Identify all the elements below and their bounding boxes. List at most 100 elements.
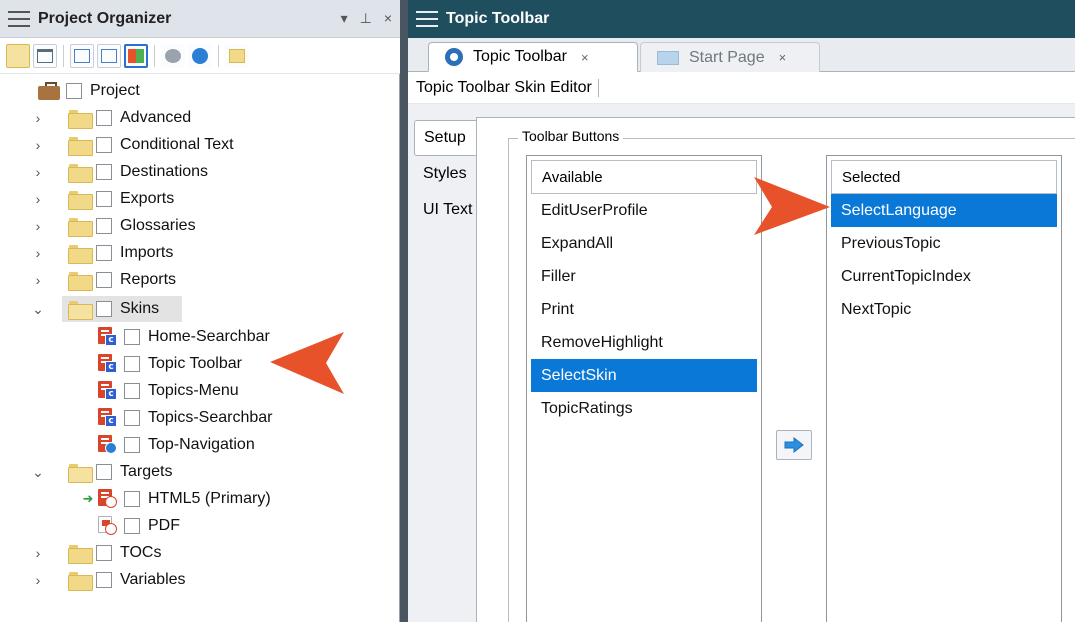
tree-row-html5-primary[interactable]: ➜ HTML5 (Primary) xyxy=(80,486,271,512)
checkbox[interactable] xyxy=(96,272,112,288)
tree-row-tocs[interactable]: › TOCs xyxy=(30,540,161,566)
chevron-right-icon[interactable]: › xyxy=(30,164,46,180)
tree-row-advanced[interactable]: › Advanced xyxy=(30,105,191,131)
list-item[interactable]: ExpandAll xyxy=(531,227,757,260)
checkbox[interactable] xyxy=(96,245,112,261)
list-item[interactable]: EditUserProfile xyxy=(531,194,757,227)
tab-setup[interactable]: Setup xyxy=(414,120,476,156)
expand-all-icon[interactable] xyxy=(70,43,94,68)
checkbox[interactable] xyxy=(96,301,112,317)
checkbox[interactable] xyxy=(96,218,112,234)
chevron-right-icon[interactable]: › xyxy=(30,272,46,288)
checkbox[interactable] xyxy=(124,437,140,453)
checkbox[interactable] xyxy=(96,191,112,207)
folder-open-icon xyxy=(68,300,93,320)
list-item[interactable]: Filler xyxy=(531,260,757,293)
checkbox[interactable] xyxy=(96,572,112,588)
tab-topic-toolbar[interactable]: Topic Toolbar × xyxy=(428,42,638,72)
tree-row-topics-searchbar[interactable]: c Topics-Searchbar xyxy=(98,405,273,431)
link-icon[interactable] xyxy=(161,43,185,68)
new-folder-icon[interactable] xyxy=(225,43,249,68)
checkbox[interactable] xyxy=(124,329,140,345)
close-icon[interactable]: × xyxy=(384,10,392,27)
tree-row-topic-toolbar[interactable]: c Topic Toolbar xyxy=(98,351,242,377)
checkbox[interactable] xyxy=(96,545,112,561)
list-item[interactable]: TopicRatings xyxy=(531,392,757,425)
checkbox[interactable] xyxy=(124,491,140,507)
dropdown-icon[interactable]: ▾ xyxy=(341,10,348,27)
menu-icon[interactable] xyxy=(416,11,438,27)
move-right-button[interactable] xyxy=(776,430,812,460)
tree-row-variables[interactable]: › Variables xyxy=(30,567,186,593)
tree-row-project[interactable]: Project xyxy=(38,78,140,104)
pdf-icon xyxy=(98,516,118,536)
checkbox[interactable] xyxy=(124,410,140,426)
pin-icon[interactable]: ⊥ xyxy=(360,10,372,27)
checkbox[interactable] xyxy=(96,464,112,480)
tree-row-topics-menu[interactable]: c Topics-Menu xyxy=(98,378,239,404)
tree-row-top-navigation[interactable]: Top-Navigation xyxy=(98,432,255,458)
list-item[interactable]: PreviousTopic xyxy=(831,227,1057,260)
refresh-icon[interactable] xyxy=(188,43,212,68)
open-folder-icon[interactable] xyxy=(6,43,30,68)
chevron-right-icon[interactable]: › xyxy=(30,245,46,261)
grid-view-icon[interactable] xyxy=(124,43,148,68)
organizer-title: Project Organizer xyxy=(38,9,172,27)
chevron-right-icon[interactable]: › xyxy=(30,110,46,126)
tab-close-icon[interactable]: × xyxy=(581,50,589,65)
tree-row-reports[interactable]: › Reports xyxy=(30,267,176,293)
tab-close-icon[interactable]: × xyxy=(779,50,787,65)
chevron-right-icon[interactable]: › xyxy=(30,137,46,153)
callout-arrow-icon xyxy=(754,177,830,235)
list-item[interactable]: RemoveHighlight xyxy=(531,326,757,359)
skin-editor-label: Topic Toolbar Skin Editor xyxy=(416,78,592,96)
selected-buttons-list[interactable]: Selected SelectLanguage PreviousTopic Cu… xyxy=(826,155,1062,622)
tree-row-conditional-text[interactable]: › Conditional Text xyxy=(30,132,234,158)
tree-row-destinations[interactable]: › Destinations xyxy=(30,159,208,185)
list-item[interactable]: Print xyxy=(531,293,757,326)
chevron-right-icon[interactable]: › xyxy=(30,218,46,234)
tab-start-page[interactable]: Start Page × xyxy=(640,42,820,72)
chevron-right-icon[interactable]: › xyxy=(30,545,46,561)
folder-icon xyxy=(68,244,93,264)
editor-title: Topic Toolbar xyxy=(446,10,550,27)
tree-row-skins[interactable]: ⌄ Skins xyxy=(30,296,159,322)
checkbox[interactable] xyxy=(124,356,140,372)
folder-icon xyxy=(68,544,93,564)
toolbar-buttons-label: Toolbar Buttons xyxy=(518,128,624,144)
chevron-down-icon[interactable]: ⌄ xyxy=(30,301,46,317)
tab-ui-text[interactable]: UI Text xyxy=(414,192,476,228)
checkbox[interactable] xyxy=(96,110,112,126)
skin-icon: c xyxy=(98,327,118,347)
toolbar-divider xyxy=(597,78,599,97)
tree-row-imports[interactable]: › Imports xyxy=(30,240,173,266)
checkbox[interactable] xyxy=(96,137,112,153)
list-item-selected[interactable]: SelectSkin xyxy=(531,359,757,392)
tree-row-home-searchbar[interactable]: c Home-Searchbar xyxy=(98,324,270,350)
checkbox[interactable] xyxy=(124,383,140,399)
chevron-right-icon[interactable]: › xyxy=(30,572,46,588)
tree-row-glossaries[interactable]: › Glossaries xyxy=(30,213,196,239)
tab-styles[interactable]: Styles xyxy=(414,156,476,192)
list-item[interactable]: NextTopic xyxy=(831,293,1057,326)
menu-icon[interactable] xyxy=(8,10,30,27)
list-item[interactable]: CurrentTopicIndex xyxy=(831,260,1057,293)
checkbox[interactable] xyxy=(66,83,82,99)
briefcase-icon xyxy=(38,82,60,100)
chevron-right-icon[interactable]: › xyxy=(30,191,46,207)
checkbox[interactable] xyxy=(124,518,140,534)
editor-header: Topic Toolbar xyxy=(408,0,1075,38)
checkbox[interactable] xyxy=(96,164,112,180)
chevron-down-icon[interactable]: ⌄ xyxy=(30,464,46,480)
window-icon[interactable] xyxy=(33,43,57,68)
available-buttons-list[interactable]: Available EditUserProfile ExpandAll Fill… xyxy=(526,155,762,622)
folder-icon xyxy=(68,109,93,129)
folder-icon xyxy=(68,190,93,210)
tree-row-exports[interactable]: › Exports xyxy=(30,186,174,212)
folder-icon xyxy=(68,217,93,237)
list-item-selected[interactable]: SelectLanguage xyxy=(831,194,1057,227)
panel-splitter[interactable] xyxy=(400,0,408,622)
tree-row-pdf[interactable]: PDF xyxy=(98,513,180,539)
tree-row-targets[interactable]: ⌄ Targets xyxy=(30,459,172,485)
collapse-all-icon[interactable] xyxy=(97,43,121,68)
